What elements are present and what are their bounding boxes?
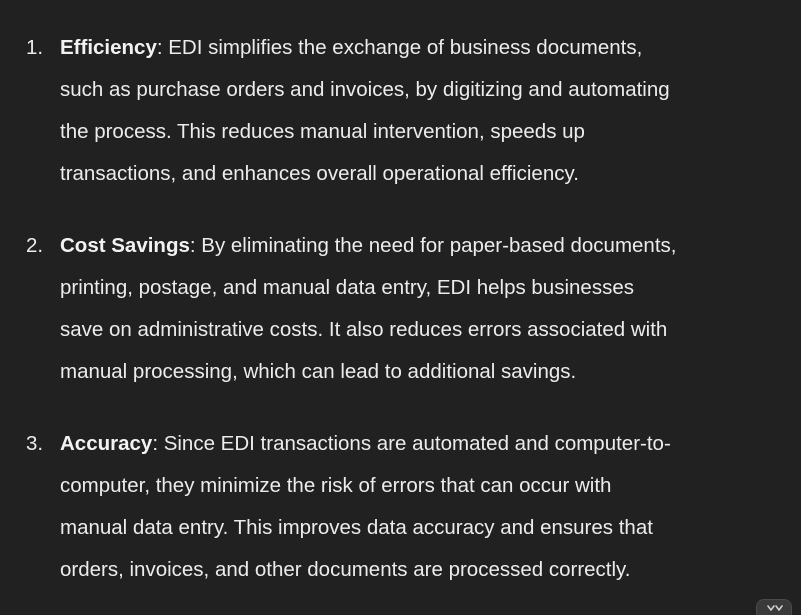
list-item-line: manual processing, which can lead to add… [60, 360, 577, 383]
list-item-number: 1. [26, 36, 44, 59]
list-item-number: 3. [26, 432, 44, 455]
list-item-line: Cost Savings: By eliminating the need fo… [60, 225, 676, 267]
list-item-term: Accuracy [60, 432, 153, 455]
list-item-line: such as purchase orders and invoices, by… [60, 78, 670, 101]
list-item-number: 2. [26, 234, 44, 257]
list-item-line: printing, postage, and manual data entry… [60, 276, 634, 299]
list-item-text: : Since EDI transactions are automated a… [152, 432, 671, 455]
message-content: 1. Efficiency: EDI simplifies the exchan… [0, 0, 801, 615]
list-item-line: the process. This reduces manual interve… [60, 120, 585, 143]
list-item-line: computer, they minimize the risk of erro… [60, 474, 612, 497]
list-item-text: : EDI simplifies the exchange of busines… [156, 36, 643, 59]
list-item-line: Accuracy: Since EDI transactions are aut… [60, 423, 671, 465]
list-item-term: Efficiency [60, 36, 157, 59]
list-item-line: save on administrative costs. It also re… [60, 318, 668, 341]
list-item-term: Cost Savings [60, 234, 190, 257]
list-item-line: orders, invoices, and other documents ar… [60, 558, 631, 581]
chevrons-icon [767, 605, 783, 611]
list-item-line: Efficiency: EDI simplifies the exchange … [60, 27, 642, 69]
scroll-down-button[interactable] [756, 599, 792, 615]
list-item-text: : By eliminating the need for paper-base… [189, 234, 677, 257]
list-item-line: transactions, and enhances overall opera… [60, 162, 579, 185]
list-item-line: manual data entry. This improves data ac… [60, 516, 653, 539]
